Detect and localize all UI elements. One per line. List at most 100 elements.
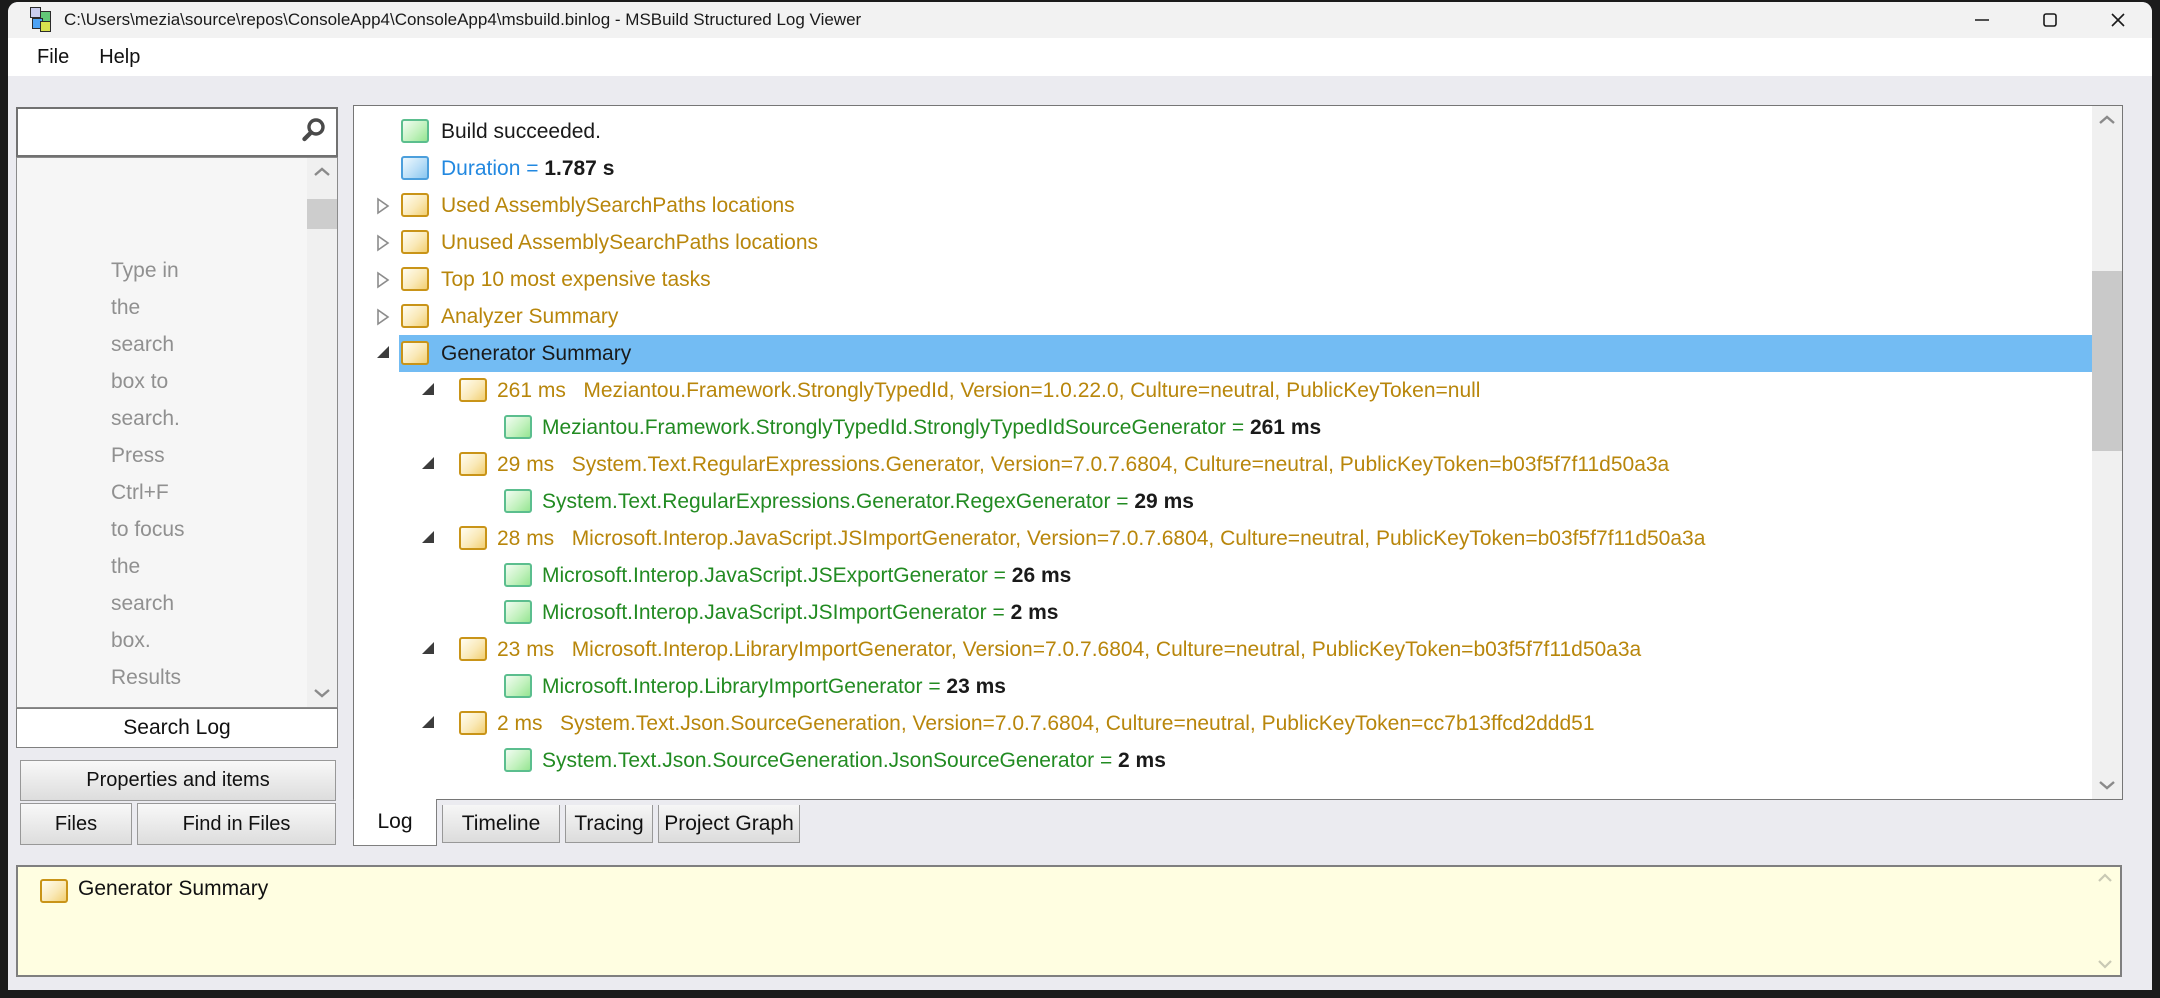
text-segment: 2 ms [1011,601,1059,625]
scrollbar-thumb[interactable] [2092,271,2122,451]
tree-rows: Build succeeded.Duration = 1.787 sUsed A… [354,113,2092,779]
text-segment: 261 ms Meziantou.Framework.StronglyTyped… [497,379,1480,403]
tree-row-label: Meziantou.Framework.StronglyTypedId.Stro… [542,409,1321,446]
expander-expanded-icon[interactable] [421,715,435,729]
tree-row[interactable]: Meziantou.Framework.StronglyTypedId.Stro… [354,409,2092,446]
app-icon-square [40,21,51,32]
search-results-panel: Type inthesearchbox tosearch.PressCtrl+F… [16,157,338,708]
text-segment: 28 ms Microsoft.Interop.JavaScript.JSImp… [497,527,1705,551]
expander-collapsed-icon[interactable] [376,234,390,252]
tree-scrollbar[interactable] [2092,106,2122,799]
minimize-icon [1973,11,1991,29]
expander-collapsed-icon[interactable] [376,308,390,326]
doc-tab-tracing[interactable]: Tracing [565,805,653,843]
scroll-up-icon[interactable] [2092,873,2118,883]
green-box-icon [504,563,532,587]
green-box-icon [401,119,429,143]
status-scrollbar[interactable] [2092,869,2118,973]
expander-expanded-icon[interactable] [421,456,435,470]
scroll-down-icon[interactable] [307,687,337,699]
log-tree-panel: Build succeeded.Duration = 1.787 sUsed A… [353,105,2123,800]
text-segment: Duration = [441,157,544,181]
tree-row[interactable]: Duration = 1.787 s [354,150,2092,187]
expander-expanded-icon[interactable] [421,530,435,544]
text-segment: 23 ms Microsoft.Interop.LibraryImportGen… [497,638,1641,662]
tree-row[interactable]: 23 ms Microsoft.Interop.LibraryImportGen… [354,631,2092,668]
tree-row[interactable]: 261 ms Meziantou.Framework.StronglyTyped… [354,372,2092,409]
doc-tab-timeline[interactable]: Timeline [442,805,560,843]
tab-find-in-files[interactable]: Find in Files [137,803,336,845]
expander-collapsed-icon[interactable] [376,271,390,289]
tree-row[interactable]: Unused AssemblySearchPaths locations [354,224,2092,261]
tree-row[interactable]: Build succeeded. [354,113,2092,150]
sidebar-scrollbar[interactable] [307,158,337,707]
tree-row[interactable]: 29 ms System.Text.RegularExpressions.Gen… [354,446,2092,483]
text-segment: 29 ms System.Text.RegularExpressions.Gen… [497,453,1669,477]
tab-search-log[interactable]: Search Log [16,708,338,748]
scroll-down-icon[interactable] [2092,959,2118,969]
text-segment: System.Text.Json.SourceGeneration.JsonSo… [542,749,1118,773]
text-segment: Generator Summary [441,342,631,366]
window-controls [1948,2,2152,38]
hint-line: search. [111,400,185,437]
tree-row-label: 261 ms Meziantou.Framework.StronglyTyped… [497,372,1480,409]
folder-icon [401,230,429,254]
app-window: C:\Users\mezia\source\repos\ConsoleApp4\… [8,2,2152,990]
folder-icon [459,711,487,735]
search-hint-text: Type inthesearchbox tosearch.PressCtrl+F… [111,252,185,696]
doc-tab-project-graph[interactable]: Project Graph [658,805,800,843]
green-box-icon [504,748,532,772]
close-button[interactable] [2084,2,2152,38]
titlebar: C:\Users\mezia\source\repos\ConsoleApp4\… [8,2,2152,38]
folder-icon [40,879,68,903]
maximize-button[interactable] [2016,2,2084,38]
hint-line: the [111,289,185,326]
text-segment: 261 ms [1250,416,1321,440]
tree-row-label: Microsoft.Interop.JavaScript.JSExportGen… [542,557,1071,594]
expander-expanded-icon[interactable] [376,345,390,359]
scroll-up-icon[interactable] [307,166,337,178]
folder-icon [459,526,487,550]
text-segment: Top 10 most expensive tasks [441,268,711,292]
folder-icon [401,193,429,217]
tree-row[interactable]: Used AssemblySearchPaths locations [354,187,2092,224]
folder-icon [459,637,487,661]
scroll-down-icon[interactable] [2092,779,2122,791]
tree-row[interactable]: Top 10 most expensive tasks [354,261,2092,298]
tab-properties-and-items[interactable]: Properties and items [20,760,336,801]
tree-row[interactable]: System.Text.Json.SourceGeneration.JsonSo… [354,742,2092,779]
green-box-icon [504,674,532,698]
folder-icon [459,378,487,402]
tree-row[interactable]: Analyzer Summary [354,298,2092,335]
tab-files[interactable]: Files [20,803,132,845]
tree-row-label: Microsoft.Interop.JavaScript.JSImportGen… [542,594,1058,631]
menu-item-help[interactable]: Help [84,42,155,73]
scrollbar-thumb[interactable] [307,199,337,229]
text-segment: 29 ms [1134,490,1194,514]
expander-expanded-icon[interactable] [421,641,435,655]
expander-expanded-icon[interactable] [421,382,435,396]
text-segment: System.Text.RegularExpressions.Generator… [542,490,1134,514]
text-segment: Microsoft.Interop.LibraryImportGenerator… [542,675,946,699]
text-segment: Meziantou.Framework.StronglyTypedId.Stro… [542,416,1250,440]
hint-line: search [111,585,185,622]
tree-row[interactable]: System.Text.RegularExpressions.Generator… [354,483,2092,520]
scroll-up-icon[interactable] [2092,114,2122,126]
tree-row[interactable]: Microsoft.Interop.JavaScript.JSImportGen… [354,594,2092,631]
doc-tab-log[interactable]: Log [353,799,437,846]
expander-collapsed-icon[interactable] [376,197,390,215]
tree-row[interactable]: Generator Summary [354,335,2092,372]
minimize-button[interactable] [1948,2,2016,38]
search-icon [300,117,326,148]
tree-row[interactable]: 2 ms System.Text.Json.SourceGeneration, … [354,705,2092,742]
text-segment: 26 ms [1012,564,1072,588]
tree-row[interactable]: Microsoft.Interop.JavaScript.JSExportGen… [354,557,2092,594]
search-input[interactable] [18,109,300,155]
green-box-icon [504,489,532,513]
tree-row[interactable]: 28 ms Microsoft.Interop.JavaScript.JSImp… [354,520,2092,557]
window-title: C:\Users\mezia\source\repos\ConsoleApp4\… [64,10,861,30]
tree-row[interactable]: Microsoft.Interop.LibraryImportGenerator… [354,668,2092,705]
menu-item-file[interactable]: File [22,42,84,73]
tree-row-label: 23 ms Microsoft.Interop.LibraryImportGen… [497,631,1641,668]
status-panel: Generator Summary [16,865,2122,977]
